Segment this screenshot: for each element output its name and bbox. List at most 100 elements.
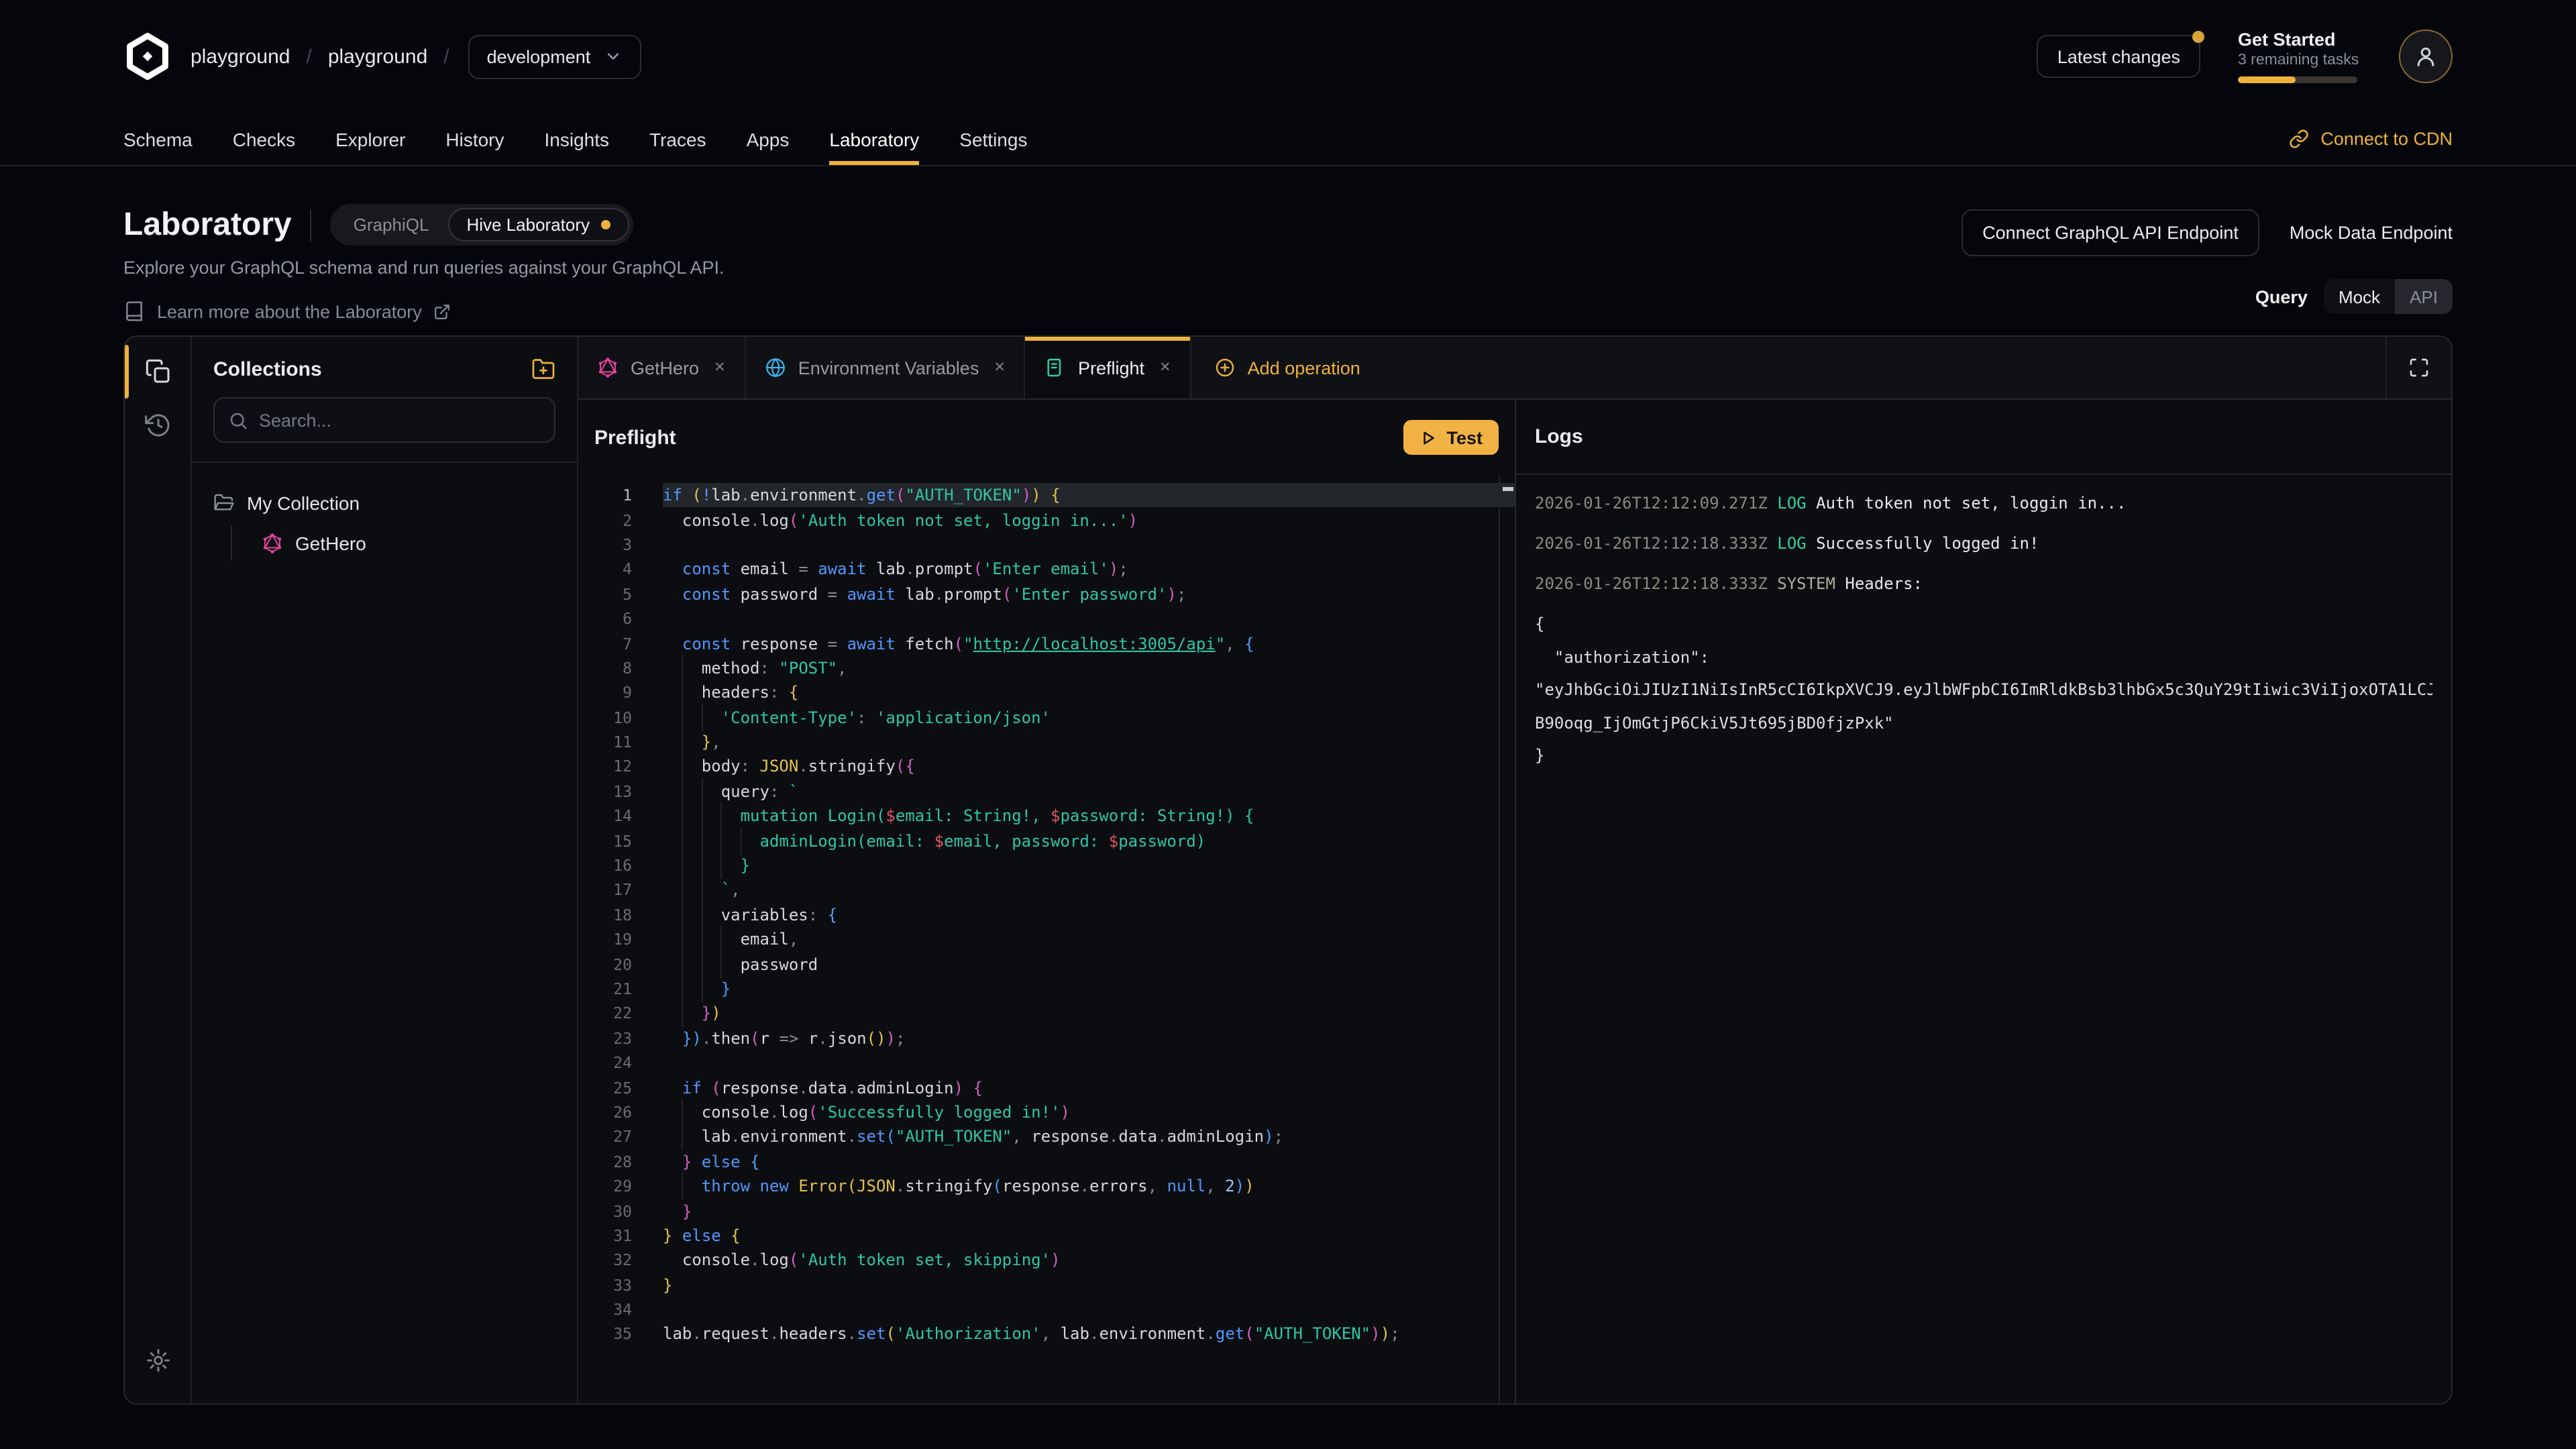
test-button[interactable]: Test [1403,420,1499,455]
nav-tab-schema[interactable]: Schema [123,113,193,165]
add-operation-button[interactable]: Add operation [1191,337,1383,398]
line-number: 3 [578,535,632,554]
code-line: 12 body: JSON.stringify({ [578,755,1515,780]
close-icon[interactable]: ✕ [714,360,726,376]
nav-tab-traces[interactable]: Traces [649,113,706,165]
log-entries: 2026-01-26T12:12:09.271Z LOG Auth token … [1535,487,2432,601]
code-line: 27 lab.environment.set("AUTH_TOKEN", res… [578,1124,1515,1149]
line-number: 9 [578,684,632,702]
breadcrumb-separator: / [443,45,449,68]
collections-title: Collections [213,358,322,380]
line-number: 30 [578,1201,632,1220]
get-started-widget[interactable]: Get Started 3 remaining tasks [2238,30,2361,83]
mock-data-endpoint-button[interactable]: Mock Data Endpoint [2290,223,2453,243]
code-line: 34 [578,1297,1515,1322]
indent-guide [682,704,684,731]
target-selector[interactable]: development [468,34,642,78]
nav-tab-checks[interactable]: Checks [233,113,295,165]
code-line: 7 const response = await fetch("http://l… [578,631,1515,656]
collections-sidebar: Collections My Collection GetHero [192,337,578,1403]
logs-title: Logs [1535,425,1583,448]
collection-item-gethero[interactable]: GetHero [262,526,555,561]
logs-body: 2026-01-26T12:12:09.271Z LOG Auth token … [1516,475,2451,784]
line-number: 20 [578,955,632,973]
code-line: 6 [578,606,1515,631]
rail-item-collections[interactable] [124,345,191,398]
line-number: 31 [578,1226,632,1245]
tab-preflight[interactable]: Preflight ✕ [1026,337,1191,398]
divider [311,209,312,241]
nav-tab-settings[interactable]: Settings [959,113,1027,165]
indent-guide [702,852,703,879]
tab-environment-variables[interactable]: Environment Variables✕ [746,337,1026,398]
nav-tab-insights[interactable]: Insights [545,113,610,165]
indent-guide [721,803,722,830]
rail-item-settings[interactable] [124,1334,191,1387]
logs-panel: Logs 2026-01-26T12:12:09.271Z LOG Auth t… [1515,400,2451,1403]
collection-folder-my-collection[interactable]: My Collection [213,487,555,519]
line-number: 17 [578,881,632,900]
link-icon [2288,129,2308,149]
avatar[interactable] [2399,30,2453,83]
indent-guide [682,1173,684,1199]
laboratory-description: Explore your GraphQL schema and run quer… [123,258,724,278]
indent-guide [741,827,742,854]
code-line: 9 headers: { [578,680,1515,705]
nav-tab-apps[interactable]: Apps [747,113,790,165]
indent-guide [702,827,703,854]
nav-tab-laboratory[interactable]: Laboratory [829,113,919,165]
tab-label: Preflight [1078,358,1144,378]
preflight-pane: Preflight Test 1if (!lab.environment.get… [578,400,1515,1403]
mode-option-hive-laboratory[interactable]: Hive Laboratory [447,208,629,241]
learn-more-link[interactable]: Learn more about the Laboratory [123,301,724,322]
active-rail-indicator [125,345,129,398]
connect-to-cdn-link[interactable]: Connect to CDN [2288,113,2453,165]
history-icon [144,412,171,439]
nav-tab-explorer[interactable]: Explorer [335,113,405,165]
code-line: 19 email, [578,927,1515,952]
nav-tab-history[interactable]: History [445,113,504,165]
breadcrumb-org[interactable]: playground [191,45,290,68]
code-line: 16 } [578,853,1515,878]
code-editor[interactable]: 1if (!lab.environment.get("AUTH_TOKEN"))… [578,475,1515,1403]
latest-changes-button[interactable]: Latest changes [2037,35,2200,78]
code-lines: 1if (!lab.environment.get("AUTH_TOKEN"))… [578,483,1515,1346]
close-icon[interactable]: ✕ [994,360,1006,376]
globe-icon [765,357,786,378]
indent-guide [682,877,684,904]
tab-gethero[interactable]: GetHero✕ [578,337,746,398]
code-line: 13 query: ` [578,779,1515,804]
breadcrumb-project[interactable]: playground [328,45,427,68]
new-collection-icon[interactable] [531,357,555,381]
indent-guide [682,680,684,706]
mode-option-graphiql[interactable]: GraphiQL [335,208,448,241]
close-icon[interactable]: ✕ [1159,360,1171,376]
connect-graphql-api-endpoint-button[interactable]: Connect GraphQL API Endpoint [1961,209,2260,256]
indent-guide [682,902,684,928]
folder-open-icon [213,492,235,514]
indent-guide [682,852,684,879]
code-line: 1if (!lab.environment.get("AUTH_TOKEN"))… [578,483,1515,508]
code-line: 18 variables: { [578,902,1515,927]
code-line: 20 password [578,952,1515,977]
line-number: 5 [578,585,632,604]
search-input[interactable] [259,410,541,430]
log-entry: 2026-01-26T12:12:18.333Z SYSTEM Headers: [1535,568,2432,601]
rail-item-history[interactable] [124,398,191,452]
minimap[interactable] [1499,475,1515,1403]
line-number: 32 [578,1251,632,1270]
query-mode-mock[interactable]: Mock [2324,279,2395,314]
code-line: 11 }, [578,730,1515,755]
line-number: 13 [578,782,632,801]
indent-guide [721,926,722,953]
fullscreen-button[interactable] [2385,337,2451,398]
collections-search [213,397,555,443]
code-line: 33} [578,1273,1515,1297]
query-mode-api[interactable]: API [2395,279,2453,314]
line-number: 16 [578,856,632,875]
hive-logo-icon[interactable] [123,32,172,80]
graphql-icon [262,533,283,554]
line-number: 4 [578,560,632,579]
code-line: 32 console.log('Auth token set, skipping… [578,1248,1515,1273]
line-number: 14 [578,807,632,826]
